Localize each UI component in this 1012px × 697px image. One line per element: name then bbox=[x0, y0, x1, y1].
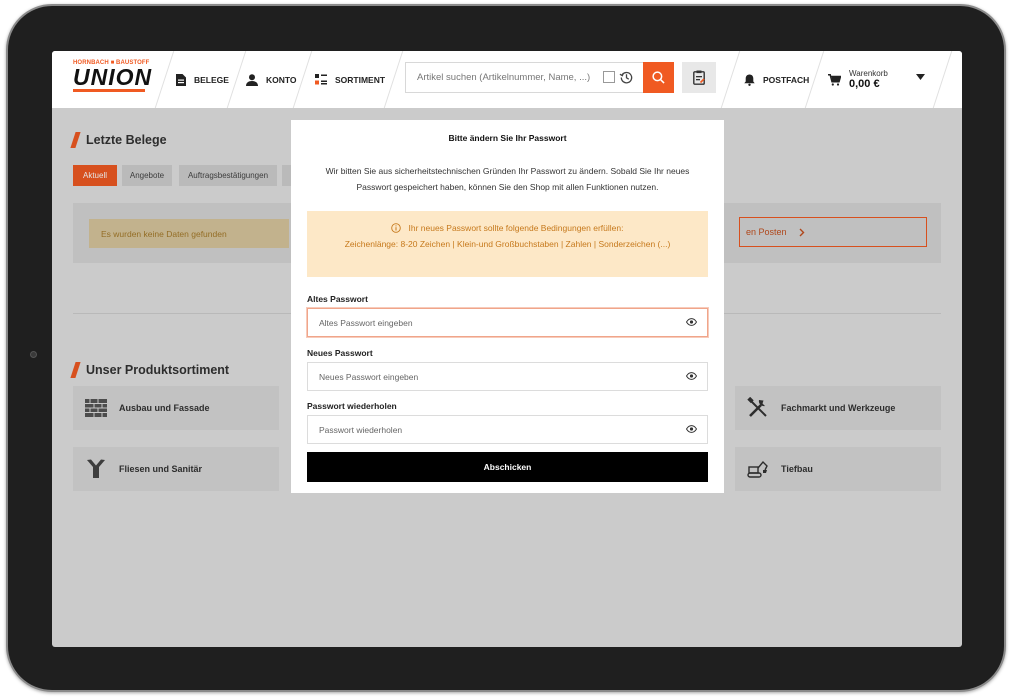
dialog-title: Bitte ändern Sie Ihr Passwort bbox=[448, 133, 567, 143]
old-password-label: Altes Passwort bbox=[307, 294, 368, 304]
search-bar bbox=[405, 62, 674, 93]
submit-button[interactable]: Abschicken bbox=[307, 452, 708, 482]
search-button[interactable] bbox=[643, 62, 674, 93]
sortiment-icon bbox=[315, 74, 327, 85]
cart-label: Warenkorb bbox=[849, 69, 888, 78]
search-input[interactable] bbox=[406, 63, 602, 92]
nav-separator bbox=[720, 51, 741, 108]
dialog-description: Wir bitten Sie aus sicherheitstechnische… bbox=[307, 163, 708, 195]
new-password-input[interactable] bbox=[308, 363, 678, 390]
new-password-field bbox=[307, 362, 708, 391]
nav-postfach-label: POSTFACH bbox=[763, 74, 810, 85]
repeat-password-input[interactable] bbox=[308, 416, 678, 443]
dialog-description-line: Wir bitten Sie aus sicherheitstechnische… bbox=[325, 166, 690, 176]
requirements-heading: Ihr neues Passwort sollte folgende Bedin… bbox=[307, 220, 708, 236]
eye-icon[interactable] bbox=[686, 318, 697, 326]
nav-postfach[interactable]: POSTFACH bbox=[744, 51, 809, 108]
nav-separator bbox=[932, 51, 953, 108]
search-filter-checkbox[interactable] bbox=[603, 71, 615, 83]
nav-warenkorb[interactable]: Warenkorb 0,00 € bbox=[828, 51, 888, 108]
dialog-description-line: Passwort gespeichert haben, können Sie d… bbox=[356, 182, 659, 192]
logo-main-text: UNION bbox=[73, 64, 153, 90]
nav-separator bbox=[383, 51, 404, 108]
clipboard-icon bbox=[693, 70, 705, 85]
requirements-heading-text: Ihr neues Passwort sollte folgende Bedin… bbox=[408, 223, 624, 233]
old-password-input[interactable] bbox=[308, 309, 678, 336]
document-icon bbox=[176, 73, 186, 86]
nav-belege-label: BELEGE bbox=[194, 74, 229, 85]
camera-dot bbox=[30, 351, 37, 358]
cart-total: 0,00 € bbox=[849, 78, 880, 90]
cart-icon bbox=[828, 73, 841, 86]
quick-order-button[interactable] bbox=[682, 62, 716, 93]
nav-separator bbox=[226, 51, 247, 108]
new-password-label: Neues Passwort bbox=[307, 348, 373, 358]
bell-icon bbox=[744, 74, 755, 86]
union-logo[interactable]: HORNBACH ■ BAUSTOFF UNION bbox=[73, 60, 153, 97]
nav-separator bbox=[154, 51, 175, 108]
old-password-field bbox=[307, 308, 708, 337]
chevron-down-icon[interactable] bbox=[916, 74, 925, 80]
search-icon bbox=[652, 71, 665, 84]
password-requirements-notice: Ihr neues Passwort sollte folgende Bedin… bbox=[307, 211, 708, 277]
info-icon bbox=[391, 223, 402, 233]
cart-text: Warenkorb 0,00 € bbox=[849, 69, 888, 90]
nav-sortiment[interactable]: SORTIMENT bbox=[315, 51, 385, 108]
eye-icon[interactable] bbox=[686, 372, 697, 380]
nav-sortiment-label: SORTIMENT bbox=[335, 74, 386, 85]
nav-belege[interactable]: BELEGE bbox=[176, 51, 229, 108]
eye-icon[interactable] bbox=[686, 425, 697, 433]
screen: HORNBACH ■ BAUSTOFF UNION BELEGE KONTO S… bbox=[52, 51, 962, 647]
top-header: HORNBACH ■ BAUSTOFF UNION BELEGE KONTO S… bbox=[52, 51, 962, 108]
user-icon bbox=[246, 73, 258, 86]
repeat-password-label: Passwort wiederholen bbox=[307, 401, 397, 411]
repeat-password-field bbox=[307, 415, 708, 444]
history-icon[interactable] bbox=[619, 70, 634, 85]
nav-konto[interactable]: KONTO bbox=[246, 51, 297, 108]
change-password-dialog: Bitte ändern Sie Ihr Passwort Wir bitten… bbox=[291, 120, 724, 493]
requirements-list: Zeichenlänge: 8-20 Zeichen | Klein-und G… bbox=[344, 239, 671, 249]
nav-konto-label: KONTO bbox=[266, 74, 297, 85]
